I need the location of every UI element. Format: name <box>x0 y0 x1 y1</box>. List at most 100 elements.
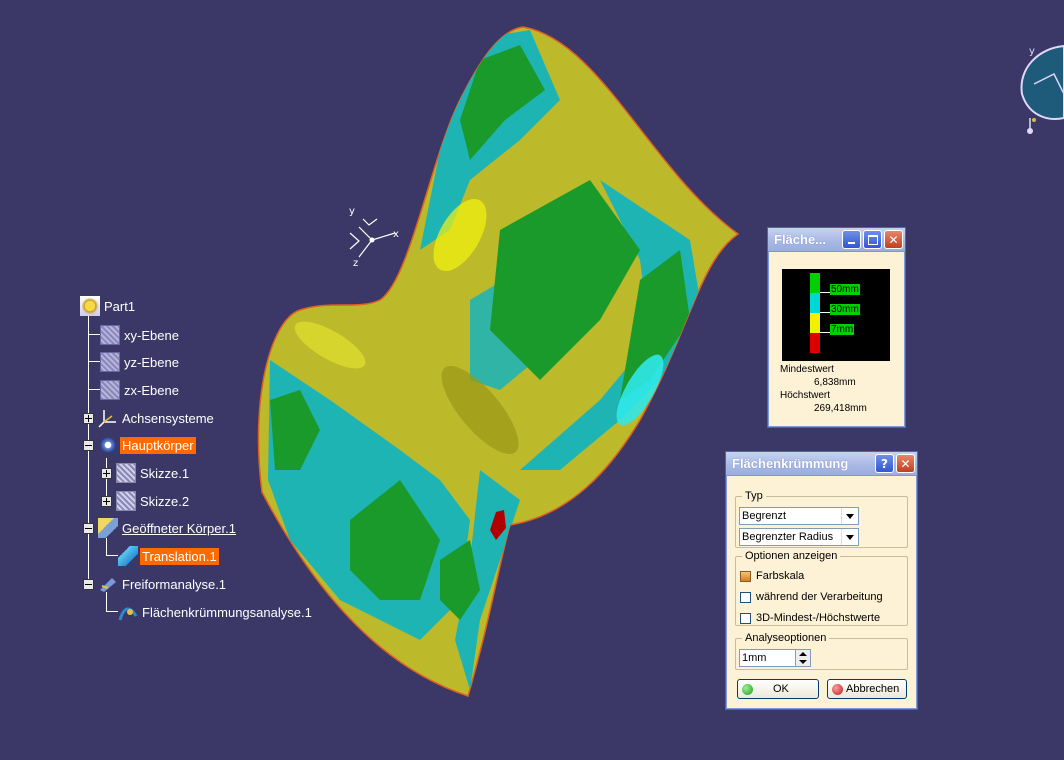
ok-button[interactable]: OK <box>737 679 819 699</box>
min-max-3d-checkbox[interactable]: 3D-Mindest-/Höchstwerte <box>740 612 880 624</box>
spin-up-icon[interactable] <box>799 652 807 656</box>
tree-node-zx-plane[interactable]: zx-Ebene <box>100 379 181 401</box>
max-value: 269,418mm <box>814 403 867 414</box>
min-value-label: Mindestwert <box>780 364 834 375</box>
tree-label-yz-plane[interactable]: yz-Ebene <box>122 354 181 371</box>
close-button[interactable]: ✕ <box>884 230 903 249</box>
type-group-label: Typ <box>745 490 763 502</box>
tree-node-yz-plane[interactable]: yz-Ebene <box>100 351 181 373</box>
during-processing-label: während der Verarbeitung <box>756 591 883 603</box>
expand-toggle[interactable] <box>101 467 112 479</box>
scale-swatch-yellow <box>810 313 820 333</box>
translation-icon <box>118 546 138 566</box>
scale-swatch-red <box>810 333 820 353</box>
tree-node-curvature-analysis[interactable]: Flächenkrümmungsanalyse.1 <box>118 601 314 623</box>
collapse-toggle[interactable] <box>83 522 94 534</box>
tree-node-open-body[interactable]: Geöffneter Körper.1 <box>83 517 238 539</box>
axis-system-icon <box>98 410 116 428</box>
close-icon: ✕ <box>900 456 911 471</box>
compass-icon[interactable]: y <box>1014 38 1064 138</box>
scale-swatch-cyan <box>810 293 820 313</box>
display-options-label: Optionen anzeigen <box>745 550 838 562</box>
analysis-options-label: Analyseoptionen <box>745 632 827 644</box>
tree-label-freeform[interactable]: Freiformanalyse.1 <box>120 576 228 593</box>
checkbox-box[interactable] <box>740 612 751 624</box>
scale-label-7: 7mm <box>830 324 855 335</box>
expand-toggle[interactable] <box>101 495 112 507</box>
min-value: 6,838mm <box>814 377 856 388</box>
tree-node-part1[interactable]: Part1 <box>80 295 137 317</box>
cancel-button[interactable]: Abbrechen <box>827 679 907 699</box>
plane-icon <box>100 380 120 400</box>
ok-icon <box>742 683 753 695</box>
tree-label-xy-plane[interactable]: xy-Ebene <box>122 327 181 344</box>
curvature-analysis-icon <box>118 607 138 621</box>
color-scale-label: Farbskala <box>756 570 805 582</box>
help-button[interactable]: ? <box>875 454 894 473</box>
tree-label-curvature-analysis[interactable]: Flächenkrümmungsanalyse.1 <box>140 604 314 621</box>
spinner-buttons[interactable] <box>795 650 810 666</box>
ok-label: OK <box>773 683 789 695</box>
tree-label-sketch2[interactable]: Skizze.2 <box>138 493 191 510</box>
spin-down-icon[interactable] <box>799 660 807 664</box>
collapse-toggle[interactable] <box>83 578 94 590</box>
tree-node-sketch2[interactable]: Skizze.2 <box>101 490 191 512</box>
collapse-toggle[interactable] <box>83 439 94 451</box>
freeform-analysis-icon <box>100 578 116 592</box>
tree-node-xy-plane[interactable]: xy-Ebene <box>100 324 181 346</box>
maximize-icon <box>867 234 878 245</box>
open-body-icon <box>98 518 118 538</box>
color-scale-checkbox[interactable]: Farbskala <box>740 570 804 582</box>
color-scale-titlebar[interactable]: Fläche... ✕ <box>768 228 905 252</box>
scale-swatch-green <box>810 273 820 293</box>
tree-label-sketch1[interactable]: Skizze.1 <box>138 465 191 482</box>
step-value: 1mm <box>742 652 767 664</box>
type-select[interactable]: Begrenzt <box>739 507 859 525</box>
minimize-icon <box>848 241 855 244</box>
type-select-value: Begrenzt <box>742 510 787 522</box>
during-processing-checkbox[interactable]: während der Verarbeitung <box>740 591 883 603</box>
tree-label-main-body[interactable]: Hauptkörper <box>120 436 196 454</box>
scale-tick-30 <box>820 312 830 313</box>
tree-node-sketch1[interactable]: Skizze.1 <box>101 462 191 484</box>
tree-label-zx-plane[interactable]: zx-Ebene <box>122 382 181 399</box>
min-max-3d-label: 3D-Mindest-/Höchstwerte <box>756 612 881 624</box>
chevron-down-icon[interactable] <box>841 508 858 524</box>
max-value-label: Höchstwert <box>780 390 831 401</box>
maximize-button[interactable] <box>863 230 882 249</box>
color-scale-title: Fläche... <box>774 232 827 247</box>
scale-label-30: 30mm <box>830 304 860 315</box>
dialog-close-button[interactable]: ✕ <box>896 454 915 473</box>
x-axis-label: x <box>393 229 399 240</box>
chevron-down-icon[interactable] <box>841 529 858 545</box>
minimize-button[interactable] <box>842 230 861 249</box>
scale-tick-50 <box>820 292 830 293</box>
tree-node-main-body[interactable]: Hauptkörper <box>83 434 196 456</box>
expand-toggle[interactable] <box>83 412 94 424</box>
scale-label-50: 50mm <box>830 284 860 295</box>
step-spinner[interactable]: 1mm <box>739 649 811 667</box>
tree-node-translation[interactable]: Translation.1 <box>118 545 219 567</box>
tree-node-axis-systems[interactable]: Achsensysteme <box>83 407 216 429</box>
surface-curvature-dialog: Flächenkrümmung ? ✕ Typ Begrenzt Begrenz… <box>725 451 918 710</box>
part-icon <box>80 296 100 316</box>
close-icon: ✕ <box>888 232 899 247</box>
tree-node-freeform[interactable]: Freiformanalyse.1 <box>83 573 228 595</box>
dialog-title: Flächenkrümmung <box>732 456 849 471</box>
cancel-label: Abbrechen <box>846 683 900 695</box>
radius-select[interactable]: Begrenzter Radius <box>739 528 859 546</box>
tree-label-open-body[interactable]: Geöffneter Körper.1 <box>120 520 238 537</box>
color-scale-window: Fläche... ✕ 50mm 30mm 7mm Mindestwert 6,… <box>767 227 906 428</box>
checkbox-box[interactable] <box>740 591 751 603</box>
scale-tick-7 <box>820 332 830 333</box>
color-scale-legend: 50mm 30mm 7mm <box>782 269 890 361</box>
tree-label-part1[interactable]: Part1 <box>102 298 137 315</box>
sketch-icon <box>116 463 136 483</box>
specification-tree: Part1 xy-Ebene yz-Ebene zx-Ebene Achsens… <box>0 0 360 640</box>
sketch-icon <box>116 491 136 511</box>
dialog-titlebar[interactable]: Flächenkrümmung ? ✕ <box>726 452 917 476</box>
checkbox-box[interactable] <box>740 570 751 582</box>
tree-label-axis-systems[interactable]: Achsensysteme <box>120 410 216 427</box>
cancel-icon <box>832 683 843 695</box>
tree-label-translation[interactable]: Translation.1 <box>140 547 219 565</box>
